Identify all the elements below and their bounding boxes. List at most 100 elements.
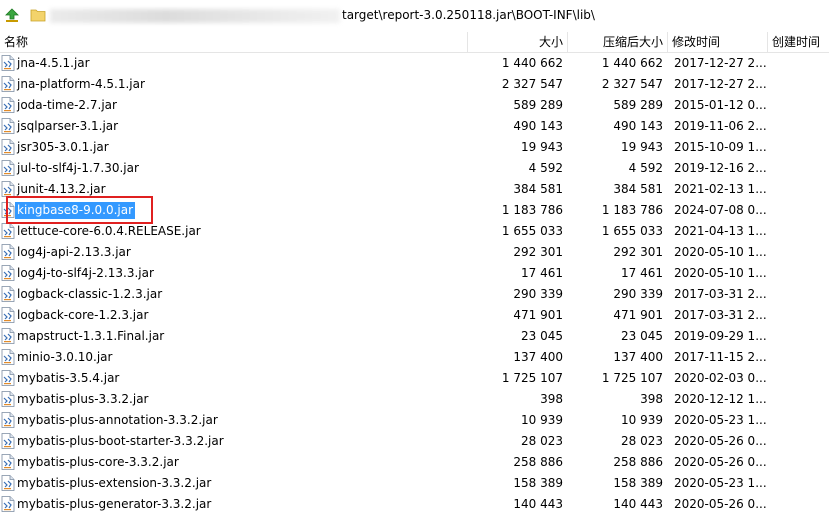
file-row[interactable]: log4j-api-2.13.3.jar 292 301 292 301 2020-0… xyxy=(0,242,829,263)
file-compressed-size: 28 023 xyxy=(621,434,663,448)
file-row[interactable]: mybatis-plus-3.3.2.jar 398 398 2020-12-12 1… xyxy=(0,389,829,410)
file-row[interactable]: mybatis-plus-boot-starter-3.3.2.jar 28 02… xyxy=(0,431,829,452)
file-size: 2 327 547 xyxy=(501,77,563,91)
file-modified-time: 2020-05-26 0... xyxy=(674,434,767,448)
jar-file-icon xyxy=(1,454,15,470)
file-size: 589 289 xyxy=(513,98,563,112)
file-row[interactable]: mybatis-3.5.4.jar 1 725 107 1 725 107 2020-… xyxy=(0,368,829,389)
file-compressed-size: 471 901 xyxy=(613,308,663,322)
jar-file-icon xyxy=(1,286,15,302)
file-name: mybatis-plus-3.3.2.jar xyxy=(17,392,149,406)
file-row[interactable]: jsqlparser-3.1.jar 490 143 490 143 2019-11-… xyxy=(0,116,829,137)
file-name: mybatis-plus-annotation-3.3.2.jar xyxy=(17,413,218,427)
file-compressed-size: 490 143 xyxy=(613,119,663,133)
file-compressed-size: 258 886 xyxy=(613,455,663,469)
file-row[interactable]: joda-time-2.7.jar 589 289 589 289 2015-01-1… xyxy=(0,95,829,116)
file-row[interactable]: jsr305-3.0.1.jar 19 943 19 943 2015-10-09 1… xyxy=(0,137,829,158)
jar-file-icon xyxy=(1,76,15,92)
file-modified-time: 2020-12-12 1... xyxy=(674,392,767,406)
file-row[interactable]: mybatis-plus-generator-3.3.2.jar 140 443 1… xyxy=(0,494,829,515)
file-compressed-size: 4 592 xyxy=(628,161,663,175)
file-size: 258 886 xyxy=(513,455,563,469)
column-header-compressed[interactable]: 压缩后大小 xyxy=(568,32,668,52)
file-modified-time: 2020-05-23 1... xyxy=(674,476,767,490)
file-name: jsr305-3.0.1.jar xyxy=(17,140,109,154)
file-modified-time: 2021-02-13 1... xyxy=(674,182,767,196)
file-compressed-size: 1 655 033 xyxy=(601,224,663,238)
file-modified-time: 2021-04-13 1... xyxy=(674,224,767,238)
file-row[interactable]: logback-core-1.2.3.jar 471 901 471 901 2017… xyxy=(0,305,829,326)
file-row[interactable]: mybatis-plus-extension-3.3.2.jar 158 389 1… xyxy=(0,473,829,494)
path-bar[interactable]: target\report-3.0.250118.jar\BOOT-INF\li… xyxy=(0,0,829,33)
file-row[interactable]: log4j-to-slf4j-2.13.3.jar 17 461 17 461 202… xyxy=(0,263,829,284)
jar-file-icon xyxy=(1,118,15,134)
file-name: jna-4.5.1.jar xyxy=(17,56,90,70)
file-name: mybatis-3.5.4.jar xyxy=(17,371,120,385)
up-arrow-icon[interactable] xyxy=(4,8,20,24)
file-name: logback-classic-1.2.3.jar xyxy=(17,287,163,301)
file-row[interactable]: jul-to-slf4j-1.7.30.jar 4 592 4 592 2019-12… xyxy=(0,158,829,179)
file-size: 398 xyxy=(540,392,563,406)
jar-file-icon xyxy=(1,55,15,71)
file-modified-time: 2020-05-10 1... xyxy=(674,266,767,280)
file-size: 10 939 xyxy=(521,413,563,427)
file-row[interactable]: minio-3.0.10.jar 137 400 137 400 2017-11-15… xyxy=(0,347,829,368)
file-size: 19 943 xyxy=(521,140,563,154)
jar-file-icon xyxy=(1,412,15,428)
jar-file-icon xyxy=(1,370,15,386)
file-modified-time: 2017-12-27 2... xyxy=(674,56,767,70)
file-compressed-size: 1 440 662 xyxy=(601,56,663,70)
path-text[interactable]: target\report-3.0.250118.jar\BOOT-INF\li… xyxy=(342,8,595,22)
file-modified-time: 2020-02-03 0... xyxy=(674,371,767,385)
file-name: mybatis-plus-extension-3.3.2.jar xyxy=(17,476,212,490)
file-compressed-size: 292 301 xyxy=(613,245,663,259)
folder-icon xyxy=(30,9,46,22)
file-row[interactable]: lettuce-core-6.0.4.RELEASE.jar 1 655 033 1… xyxy=(0,221,829,242)
file-size: 471 901 xyxy=(513,308,563,322)
column-header-name[interactable]: 名称 xyxy=(0,32,468,52)
file-size: 1 440 662 xyxy=(501,56,563,70)
file-compressed-size: 2 327 547 xyxy=(601,77,663,91)
file-row[interactable]: mybatis-plus-core-3.3.2.jar 258 886 258 88… xyxy=(0,452,829,473)
file-name: mybatis-plus-generator-3.3.2.jar xyxy=(17,497,212,511)
file-size: 1 183 786 xyxy=(501,203,563,217)
file-name: lettuce-core-6.0.4.RELEASE.jar xyxy=(17,224,201,238)
column-header: 名称 大小 压缩后大小 修改时间 创建时间 xyxy=(0,32,829,53)
file-name: mapstruct-1.3.1.Final.jar xyxy=(17,329,165,343)
file-compressed-size: 1 183 786 xyxy=(601,203,663,217)
file-row[interactable]: logback-classic-1.2.3.jar 290 339 290 339 2… xyxy=(0,284,829,305)
jar-file-icon xyxy=(1,139,15,155)
file-row[interactable]: jna-platform-4.5.1.jar 2 327 547 2 327 547… xyxy=(0,74,829,95)
file-compressed-size: 140 443 xyxy=(613,497,663,511)
jar-file-icon xyxy=(1,160,15,176)
jar-file-icon xyxy=(1,244,15,260)
file-row[interactable]: mybatis-plus-annotation-3.3.2.jar 10 939 1… xyxy=(0,410,829,431)
file-size: 137 400 xyxy=(513,350,563,364)
file-compressed-size: 19 943 xyxy=(621,140,663,154)
file-name: minio-3.0.10.jar xyxy=(17,350,113,364)
jar-file-icon xyxy=(1,349,15,365)
file-modified-time: 2024-07-08 0... xyxy=(674,203,767,217)
column-header-size[interactable]: 大小 xyxy=(468,32,568,52)
file-size: 23 045 xyxy=(521,329,563,343)
jar-file-icon xyxy=(1,475,15,491)
file-row[interactable]: mapstruct-1.3.1.Final.jar 23 045 23 045 201… xyxy=(0,326,829,347)
file-name: jna-platform-4.5.1.jar xyxy=(17,77,145,91)
file-compressed-size: 158 389 xyxy=(613,476,663,490)
file-size: 158 389 xyxy=(513,476,563,490)
column-header-modified[interactable]: 修改时间 xyxy=(668,32,768,52)
file-modified-time: 2020-05-10 1... xyxy=(674,245,767,259)
jar-file-icon xyxy=(1,496,15,512)
file-size: 4 592 xyxy=(528,161,563,175)
file-compressed-size: 137 400 xyxy=(613,350,663,364)
file-modified-time: 2019-12-16 2... xyxy=(674,161,767,175)
file-name: mybatis-plus-boot-starter-3.3.2.jar xyxy=(17,434,224,448)
file-name: log4j-api-2.13.3.jar xyxy=(17,245,131,259)
file-row[interactable]: jna-4.5.1.jar 1 440 662 1 440 662 2017-12-2… xyxy=(0,53,829,74)
file-compressed-size: 589 289 xyxy=(613,98,663,112)
jar-file-icon xyxy=(1,433,15,449)
file-size: 384 581 xyxy=(513,182,563,196)
file-modified-time: 2015-01-12 0... xyxy=(674,98,767,112)
jar-file-icon xyxy=(1,391,15,407)
column-header-created[interactable]: 创建时间 xyxy=(768,32,829,52)
